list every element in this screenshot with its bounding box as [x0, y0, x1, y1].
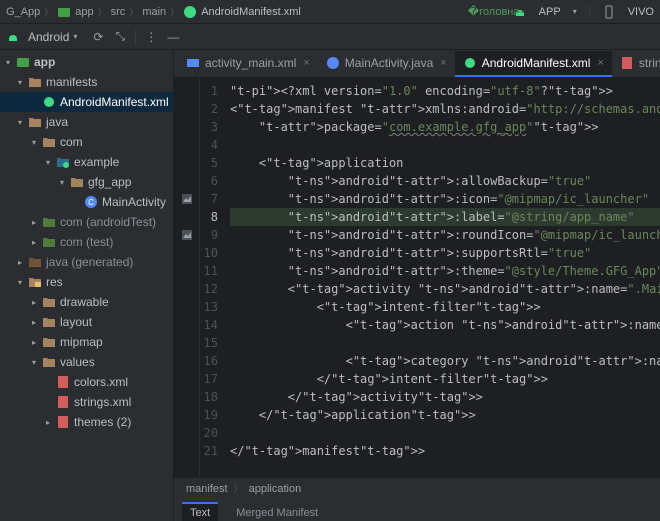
gutter — [174, 78, 200, 477]
separator — [589, 5, 590, 19]
folder-icon — [28, 255, 42, 269]
chevron-down-icon[interactable]: ▾ — [573, 7, 577, 16]
build-icon[interactable]: �головна — [487, 5, 501, 19]
tree-res-layout[interactable]: ▸layout — [0, 312, 173, 332]
android-icon[interactable] — [513, 5, 527, 19]
tree-file-colors[interactable]: colors.xml — [0, 372, 173, 392]
run-config-selector[interactable]: APP — [539, 6, 561, 18]
android-icon — [6, 30, 20, 44]
package-icon — [56, 155, 70, 169]
folder-icon — [42, 355, 56, 369]
chevron-right-icon: 〉 — [170, 5, 179, 18]
tree-pkg-com[interactable]: ▾com — [0, 132, 173, 152]
folder-icon — [28, 75, 42, 89]
breadcrumb-file[interactable]: AndroidManifest.xml — [201, 6, 301, 18]
tree-pkg-example[interactable]: ▾example — [0, 152, 173, 172]
breadcrumb-item[interactable]: src — [111, 6, 126, 18]
tree-file-strings[interactable]: strings.xml — [0, 392, 173, 412]
subtab-merged[interactable]: Merged Manifest — [228, 504, 326, 521]
tree-pkg-test[interactable]: ▸com (test) — [0, 232, 173, 252]
tree-folder-themes[interactable]: ▸themes (2) — [0, 412, 173, 432]
android-icon — [463, 56, 477, 70]
package-icon — [42, 135, 56, 149]
breadcrumb-root[interactable]: G_App — [6, 6, 40, 18]
tree-manifest-file[interactable]: AndroidManifest.xml — [0, 92, 173, 112]
tab-androidmanifest[interactable]: AndroidManifest.xml × — [455, 51, 612, 77]
chevron-right-icon: 〉 — [44, 5, 53, 18]
breadcrumb-item[interactable]: main — [142, 6, 166, 18]
tree-java-generated[interactable]: ▸java (generated) — [0, 252, 173, 272]
line-numbers: 123456789101112131415161718192021 — [200, 78, 222, 477]
class-icon — [326, 56, 340, 70]
breadcrumb-item[interactable]: app — [75, 6, 93, 18]
folder-icon — [42, 295, 56, 309]
tab-label: activity_main.xml — [205, 56, 296, 70]
layout-icon — [186, 56, 200, 70]
tree-res-mipmap[interactable]: ▸mipmap — [0, 332, 173, 352]
crumb-item[interactable]: manifest — [186, 483, 228, 495]
project-tree[interactable]: ▾app ▾manifests AndroidManifest.xml ▾jav… — [0, 50, 174, 521]
close-icon[interactable]: × — [303, 57, 309, 69]
tree-app[interactable]: ▾app — [0, 52, 173, 72]
tab-label: AndroidManifest.xml — [482, 56, 591, 70]
tab-strings[interactable]: strings.xml • — [612, 51, 660, 77]
project-tool-header: Android ▾ ⟳ ⤡ ⋮ — — [0, 24, 660, 50]
android-icon — [183, 5, 197, 19]
image-icon[interactable] — [174, 190, 199, 208]
tree-java[interactable]: ▾java — [0, 112, 173, 132]
xml-icon — [56, 415, 70, 429]
structure-breadcrumb: manifest 〉 application — [174, 477, 660, 499]
tab-label: MainActivity.java — [345, 56, 433, 70]
chevron-right-icon: 〉 — [129, 5, 138, 18]
tree-pkg-androidtest[interactable]: ▸com (androidTest) — [0, 212, 173, 232]
editor: activity_main.xml × MainActivity.java × … — [174, 50, 660, 521]
code-text[interactable]: "t-pi"><?xml version="1.0" encoding="utf… — [222, 78, 660, 477]
folder-icon — [42, 315, 56, 329]
editor-tab-bar: activity_main.xml × MainActivity.java × … — [174, 50, 660, 78]
code-area[interactable]: 123456789101112131415161718192021 "t-pi"… — [174, 78, 660, 477]
package-icon — [42, 235, 56, 249]
sync-icon[interactable]: ⟳ — [91, 30, 105, 44]
close-icon[interactable]: × — [440, 57, 446, 69]
image-icon[interactable] — [174, 226, 199, 244]
tree-res-drawable[interactable]: ▸drawable — [0, 292, 173, 312]
chevron-right-icon: 〉 — [234, 482, 243, 495]
xml-icon — [620, 56, 634, 70]
package-icon — [42, 215, 56, 229]
separator — [135, 30, 136, 44]
hide-icon[interactable]: — — [166, 30, 180, 44]
device-selector[interactable]: VIVO — [628, 6, 654, 18]
close-icon[interactable]: × — [597, 57, 603, 69]
module-icon — [57, 5, 71, 19]
tree-class-mainactivity[interactable]: CMainActivity — [0, 192, 173, 212]
tab-activity-main[interactable]: activity_main.xml × — [178, 51, 318, 77]
svg-text:C: C — [88, 198, 94, 207]
tab-label: strings.xml — [639, 56, 660, 70]
folder-icon — [42, 335, 56, 349]
editor-sub-tabs: Text Merged Manifest — [174, 499, 660, 521]
subtab-text[interactable]: Text — [182, 502, 218, 521]
collapse-icon[interactable]: ⤡ — [113, 30, 127, 44]
project-view-label: Android — [28, 30, 69, 44]
navigation-breadcrumb: G_App 〉 app 〉 src 〉 main 〉 AndroidManife… — [0, 0, 660, 24]
crumb-item[interactable]: application — [249, 483, 302, 495]
chevron-right-icon: 〉 — [98, 5, 107, 18]
chevron-down-icon: ▾ — [73, 32, 77, 41]
package-icon — [70, 175, 84, 189]
more-icon[interactable]: ⋮ — [144, 30, 158, 44]
folder-icon — [28, 115, 42, 129]
module-icon — [16, 55, 30, 69]
xml-icon — [56, 395, 70, 409]
xml-icon — [56, 375, 70, 389]
tab-mainactivity[interactable]: MainActivity.java × — [318, 51, 455, 77]
android-icon — [42, 95, 56, 109]
tree-manifests[interactable]: ▾manifests — [0, 72, 173, 92]
class-icon: C — [84, 195, 98, 209]
tree-res-values[interactable]: ▾values — [0, 352, 173, 372]
folder-icon — [28, 275, 42, 289]
tree-res[interactable]: ▾res — [0, 272, 173, 292]
tree-pkg-gfg[interactable]: ▾gfg_app — [0, 172, 173, 192]
phone-icon[interactable] — [602, 5, 616, 19]
project-view-selector[interactable]: Android ▾ — [28, 30, 77, 44]
